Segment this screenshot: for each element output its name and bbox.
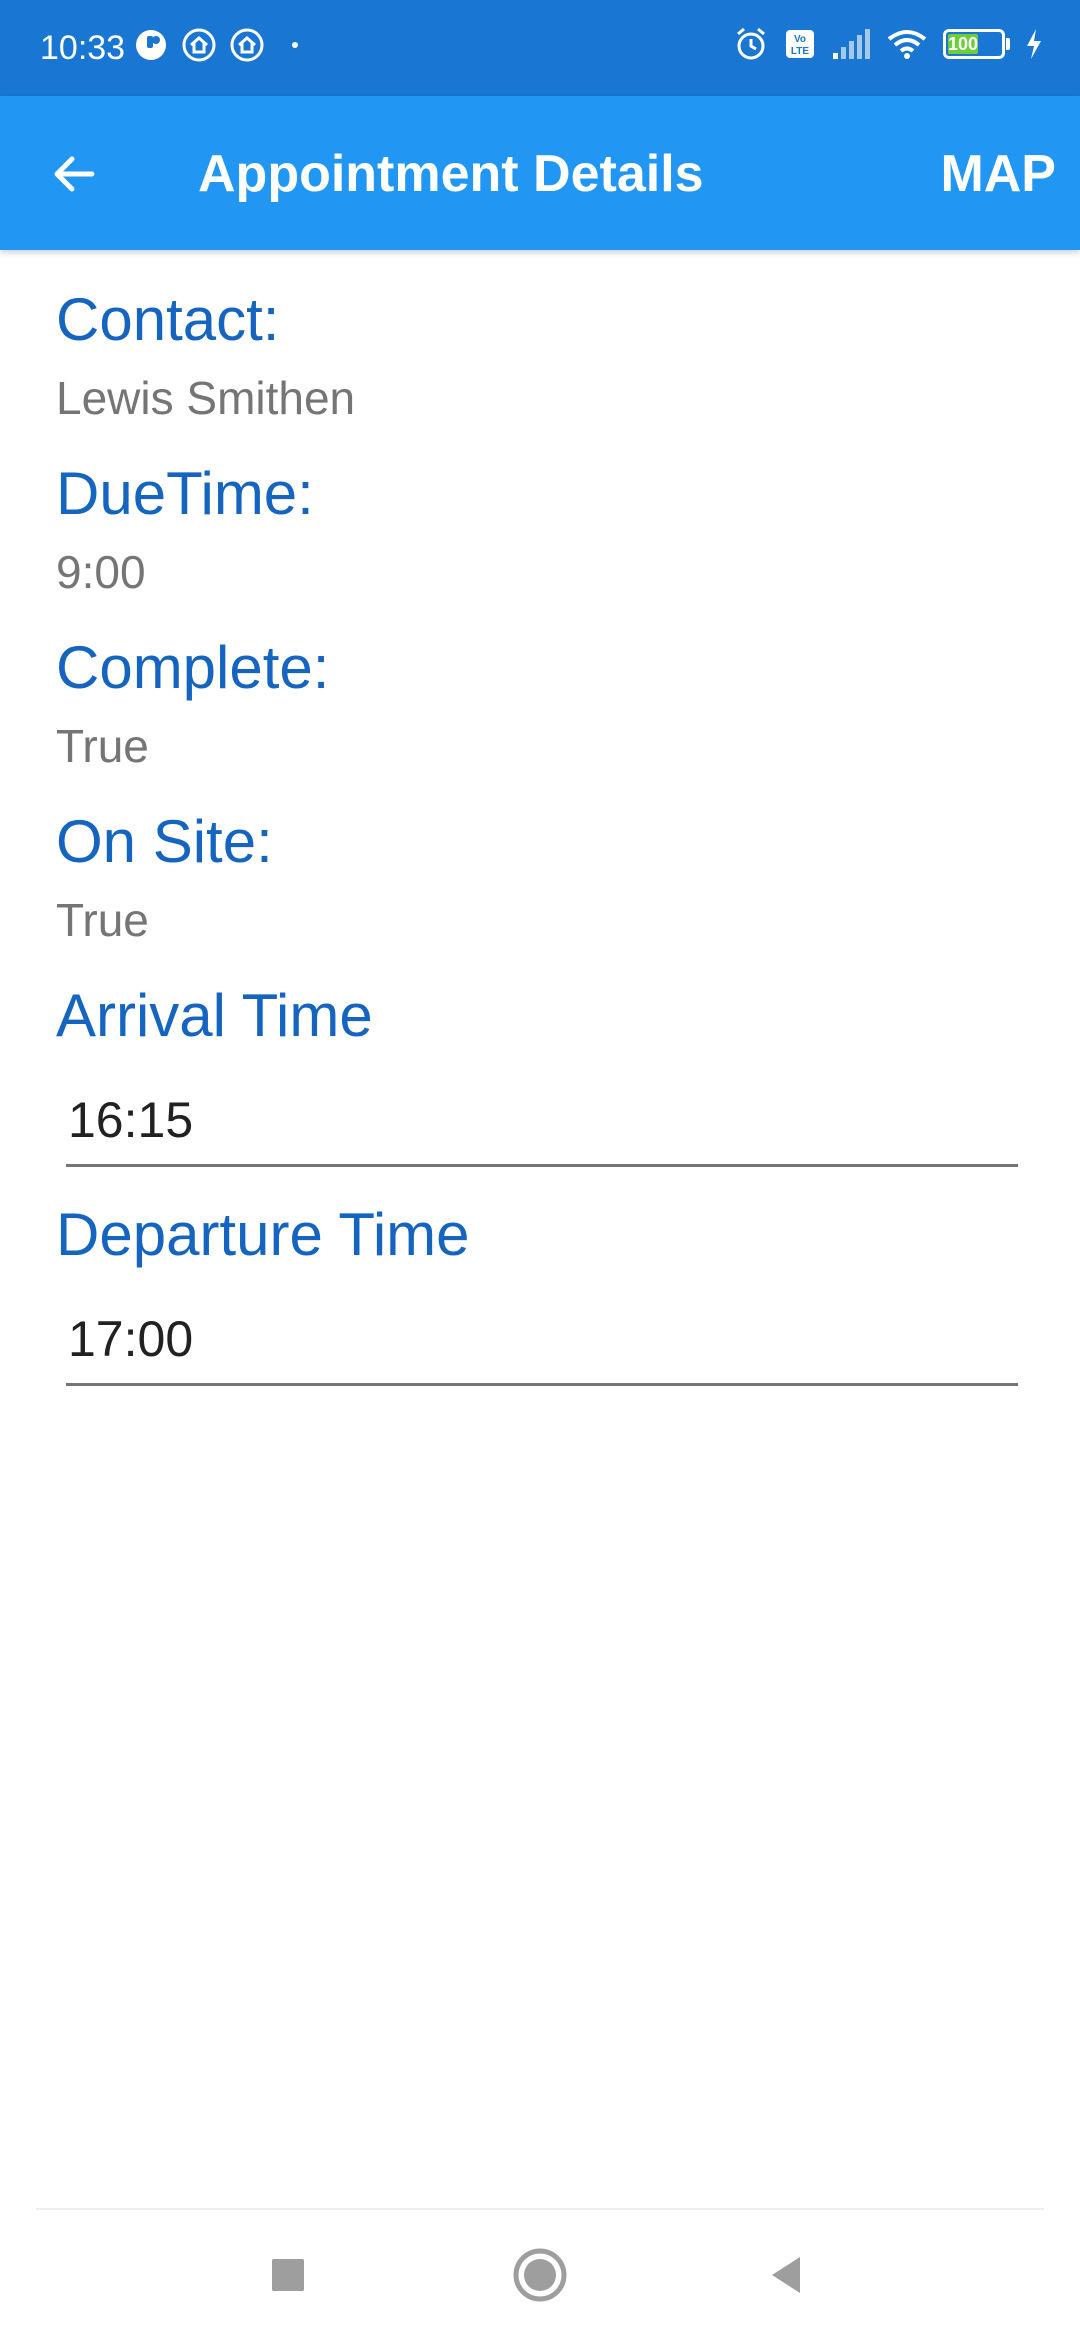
svg-text:Vo: Vo (794, 34, 806, 45)
contact-label: Contact: (56, 286, 280, 353)
on-site-label: On Site: (56, 808, 273, 875)
home-icon (182, 28, 216, 62)
contact-value: Lewis Smithen (56, 372, 356, 424)
arrival-time-label: Arrival Time (56, 982, 373, 1049)
recents-button[interactable] (248, 2240, 328, 2310)
home-circle-icon (513, 2248, 567, 2302)
arrival-time-input[interactable]: 16:15 (66, 1090, 1018, 1167)
due-time-value: 9:00 (56, 546, 146, 598)
app-bar: Appointment Details MAP (0, 96, 1080, 250)
status-bar: 10:33 Vo LTE 100 (0, 0, 1080, 96)
status-left-icons (134, 28, 312, 62)
on-site-value: True (56, 894, 149, 946)
departure-time-input[interactable]: 17:00 (66, 1309, 1018, 1386)
battery-icon: 100 (943, 29, 1010, 59)
complete-label: Complete: (56, 634, 330, 701)
svg-text:LTE: LTE (791, 46, 809, 57)
home-icon (230, 28, 264, 62)
alarm-icon (733, 26, 769, 62)
signal-icon (831, 27, 871, 61)
wifi-icon (885, 27, 929, 61)
appointment-details: Contact: Lewis Smithen DueTime: 9:00 Com… (56, 282, 1026, 1386)
page-title: Appointment Details (198, 145, 704, 203)
departure-time-label: Departure Time (56, 1201, 470, 1268)
back-arrow-icon (54, 156, 95, 192)
back-button[interactable] (34, 134, 114, 214)
navigation-bar (0, 2210, 1080, 2340)
dot-icon (278, 28, 312, 62)
map-button[interactable]: MAP (940, 144, 1056, 204)
recents-square-icon (272, 2259, 304, 2291)
complete-value: True (56, 720, 149, 772)
status-time: 10:33 (40, 29, 126, 67)
notification-icon (134, 28, 168, 62)
back-triangle-icon (772, 2257, 800, 2293)
charging-icon (1024, 27, 1044, 61)
battery-level: 100 (948, 34, 979, 54)
volte-icon: Vo LTE (783, 27, 817, 61)
back-nav-button[interactable] (748, 2240, 828, 2310)
status-right-icons: Vo LTE 100 (733, 26, 1044, 62)
home-button[interactable] (500, 2240, 580, 2310)
due-time-label: DueTime: (56, 460, 314, 527)
